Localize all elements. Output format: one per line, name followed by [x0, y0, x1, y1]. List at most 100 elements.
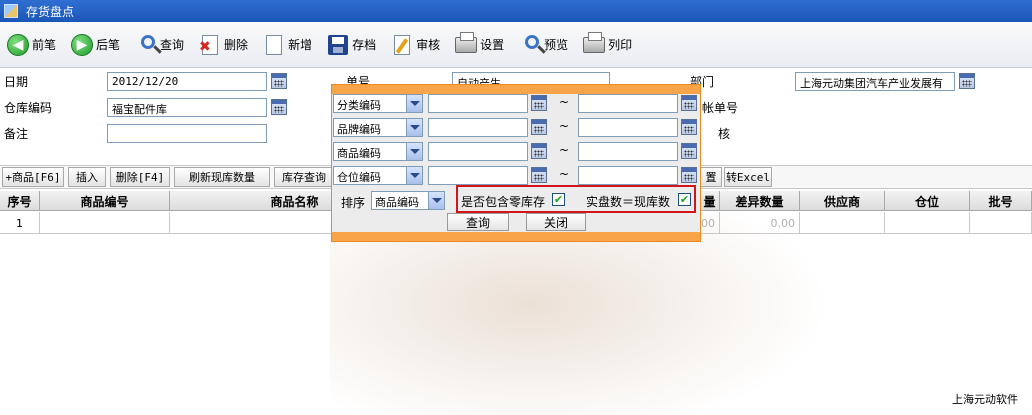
settings-button[interactable]: 设置 — [454, 31, 505, 57]
note-label: 备注 — [4, 127, 29, 141]
popup-query-button[interactable]: 查询 — [447, 213, 509, 231]
col-seq[interactable]: 序号 — [0, 191, 40, 211]
filter-to-input-2[interactable] — [578, 118, 678, 137]
filter-to-picker-icon-2[interactable] — [681, 119, 697, 135]
equal-stock-checkbox[interactable]: ✔ — [678, 193, 691, 206]
col-qty[interactable]: 量 — [700, 191, 720, 211]
dept-picker-icon[interactable] — [959, 73, 975, 89]
add-goods-button[interactable]: +商品[F6] — [2, 167, 64, 187]
delete-button[interactable]: 删除 — [198, 33, 248, 57]
filter-from-picker-icon-4[interactable] — [531, 167, 547, 183]
tilde-2: ~ — [559, 119, 570, 133]
new-doc-icon — [266, 34, 283, 55]
review-label: 审核 — [416, 38, 441, 52]
warehouse-field[interactable]: 福宝配件库 — [107, 98, 267, 117]
filter-from-picker-icon-3[interactable] — [531, 143, 547, 159]
filter-field-value-2: 品牌编码 — [337, 123, 381, 136]
print-printer-icon — [583, 31, 606, 53]
cell-goods-code[interactable] — [40, 212, 170, 234]
app-icon — [4, 4, 18, 18]
new-label: 新增 — [288, 38, 313, 52]
filter-from-input-1[interactable] — [428, 94, 528, 113]
filter-field-value-3: 商品编码 — [337, 147, 381, 160]
date-field[interactable]: 2012/12/20 — [107, 72, 267, 91]
date-label: 日期 — [4, 75, 29, 89]
sort-value: 商品编码 — [375, 196, 419, 209]
query-button[interactable]: 查询 — [134, 33, 184, 57]
filter-to-picker-icon-4[interactable] — [681, 167, 697, 183]
filter-field-select-3[interactable]: 商品编码 — [333, 142, 423, 161]
col-goods-code[interactable]: 商品编号 — [40, 191, 170, 211]
chevron-down-icon — [406, 167, 422, 184]
filter-field-select-2[interactable]: 品牌编码 — [333, 118, 423, 137]
settings-label: 设置 — [480, 38, 505, 52]
tilde-1: ~ — [559, 95, 570, 109]
preview-label: 预览 — [544, 38, 569, 52]
toolbar: ◀ 前笔 ▶ 后笔 查询 删除 新增 存档 审核 设置 预览 列印 — [0, 22, 1032, 68]
chevron-down-icon — [406, 143, 422, 160]
popup-close-button[interactable]: 关闭 — [526, 213, 586, 231]
filter-from-picker-icon-1[interactable] — [531, 95, 547, 111]
warehouse-label: 仓库编码 — [4, 101, 53, 115]
filter-from-input-3[interactable] — [428, 142, 528, 161]
to-excel-button[interactable]: 转Excel — [724, 167, 772, 187]
include-zero-checkbox[interactable]: ✔ — [552, 193, 565, 206]
cell-batch[interactable] — [970, 212, 1032, 234]
cell-location[interactable] — [885, 212, 970, 234]
insert-button[interactable]: 插入 — [68, 167, 106, 187]
col-supplier[interactable]: 供应商 — [800, 191, 885, 211]
col-diff-qty[interactable]: 差异数量 — [720, 191, 800, 211]
delete-row-button[interactable]: 删除[F4] — [110, 167, 170, 187]
refresh-stock-button[interactable]: 刷新现库数量 — [174, 167, 270, 187]
arrow-left-icon: ◀ — [7, 33, 29, 56]
dept-field[interactable]: 上海元动集团汽车产业发展有 — [795, 72, 955, 91]
footer-company: 上海元动软件 — [952, 393, 1018, 406]
filter-field-select-4[interactable]: 仓位编码 — [333, 166, 423, 185]
print-label: 列印 — [608, 38, 633, 52]
tilde-3: ~ — [559, 143, 570, 157]
preview-magnifier-icon — [525, 34, 540, 49]
arrow-right-icon: ▶ — [71, 33, 94, 56]
filter-from-input-4[interactable] — [428, 166, 528, 185]
warehouse-picker-icon[interactable] — [271, 99, 287, 115]
prev-label: 前笔 — [32, 38, 57, 52]
preview-button[interactable]: 预览 — [518, 33, 568, 57]
delete-doc-icon — [199, 34, 219, 55]
account-no-label: 帐单号 — [702, 101, 739, 115]
next-label: 后笔 — [96, 38, 121, 52]
filter-field-select-1[interactable]: 分类编码 — [333, 94, 423, 113]
filter-from-input-2[interactable] — [428, 118, 528, 137]
filter-to-input-4[interactable] — [578, 166, 678, 185]
delete-label: 删除 — [224, 38, 249, 52]
prev-button[interactable]: ◀ 前笔 — [6, 33, 56, 57]
settings-printer-icon — [455, 31, 478, 53]
review-button[interactable]: 审核 — [390, 33, 440, 57]
filter-to-picker-icon-1[interactable] — [681, 95, 697, 111]
filter-to-picker-icon-3[interactable] — [681, 143, 697, 159]
tilde-4: ~ — [559, 167, 570, 181]
date-calendar-icon[interactable] — [271, 73, 287, 89]
equal-stock-label: 实盘数＝现库数 — [586, 195, 671, 209]
save-disk-icon — [328, 34, 349, 55]
review-pen-icon — [394, 34, 411, 55]
cell-qty[interactable]: 00 — [700, 212, 720, 234]
filter-field-value-4: 仓位编码 — [337, 171, 381, 184]
magnifier-icon — [141, 34, 156, 49]
col-batch[interactable]: 批号 — [970, 191, 1032, 211]
filter-to-input-1[interactable] — [578, 94, 678, 113]
note-field[interactable] — [107, 124, 267, 143]
stock-query-button[interactable]: 库存查询 — [274, 167, 334, 187]
filter-from-picker-icon-2[interactable] — [531, 119, 547, 135]
cell-diff-qty: 0.00 — [720, 212, 800, 234]
settings-partial-button[interactable]: 置 — [700, 167, 722, 187]
new-button[interactable]: 新增 — [262, 33, 312, 57]
cell-supplier[interactable] — [800, 212, 885, 234]
filter-to-input-3[interactable] — [578, 142, 678, 161]
sort-select[interactable]: 商品编码 — [371, 191, 445, 210]
print-button[interactable]: 列印 — [582, 31, 633, 57]
save-button[interactable]: 存档 — [326, 33, 376, 57]
include-zero-label: 是否包含零库存 — [461, 195, 546, 209]
cell-seq: 1 — [0, 212, 40, 234]
next-button[interactable]: ▶ 后笔 — [70, 33, 120, 57]
col-location[interactable]: 仓位 — [885, 191, 970, 211]
